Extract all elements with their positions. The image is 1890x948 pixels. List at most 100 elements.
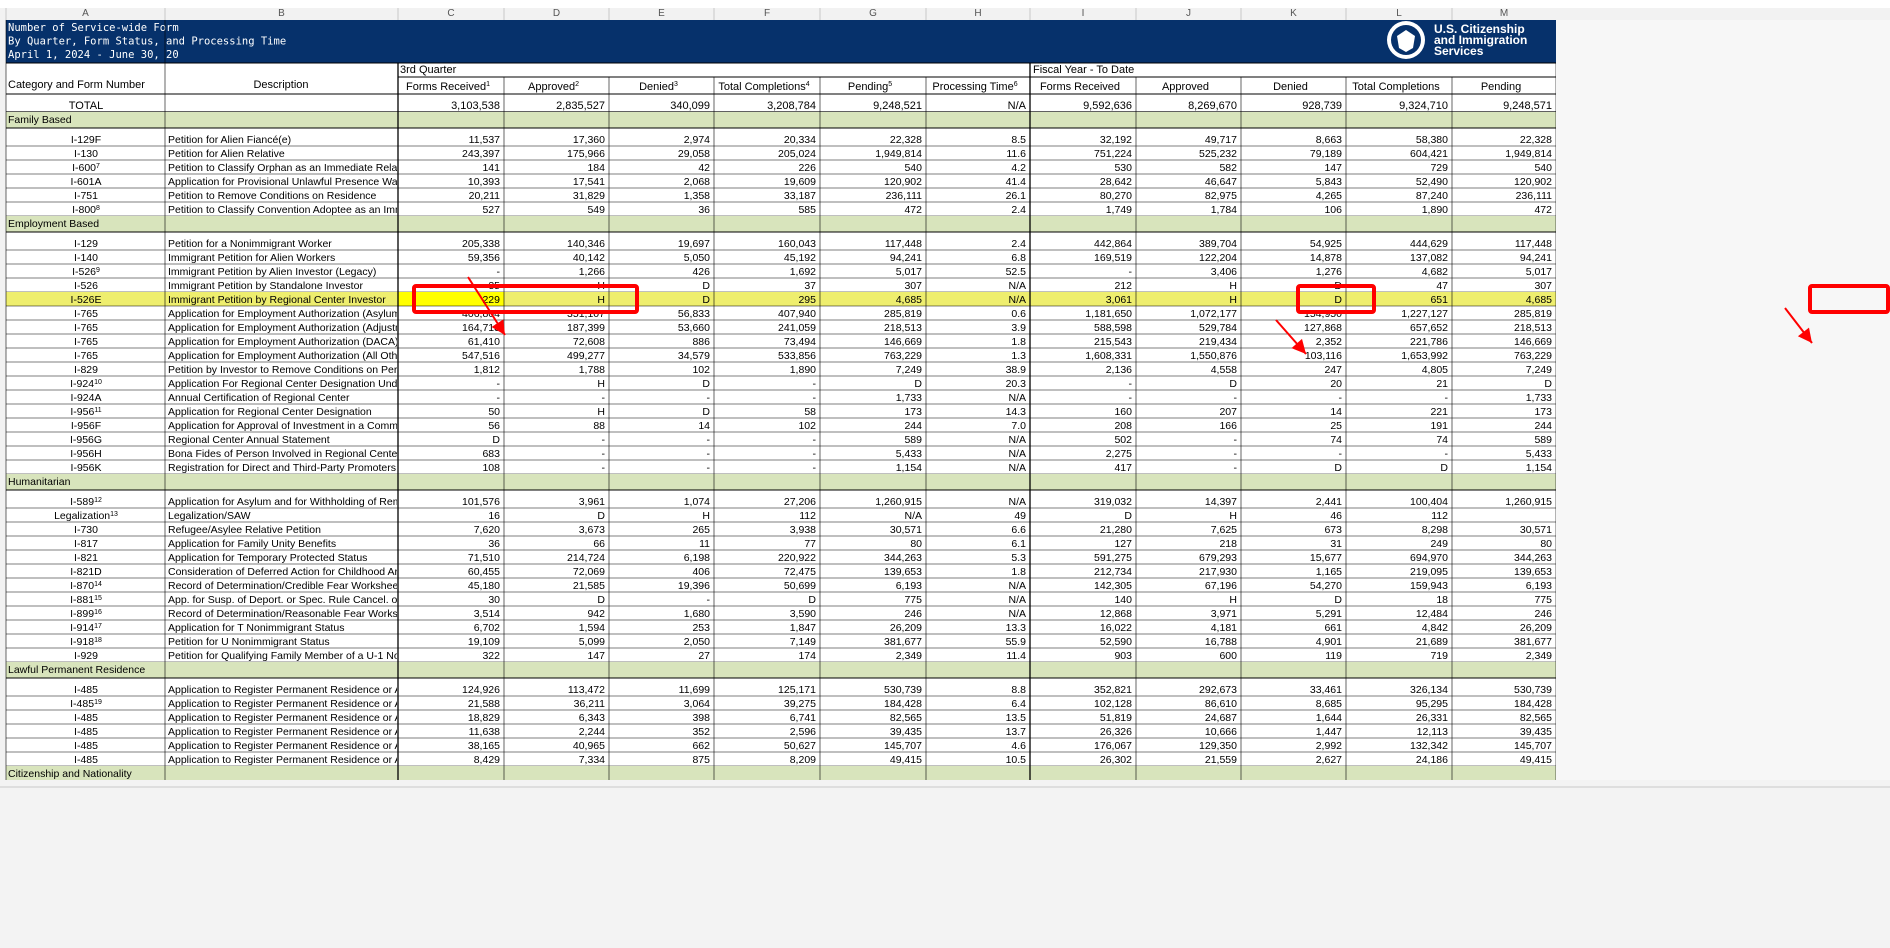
value-cell[interactable]: 45,192 (784, 252, 816, 264)
value-cell[interactable]: 444,629 (1410, 238, 1448, 250)
value-cell[interactable]: 18 (1436, 594, 1448, 606)
value-cell[interactable]: 67,196 (1205, 580, 1237, 592)
value-cell[interactable]: 61,410 (468, 336, 500, 348)
value-cell[interactable]: - (707, 392, 711, 404)
form-number[interactable]: I-956G (70, 434, 102, 446)
value-cell[interactable]: 292,673 (1199, 684, 1237, 696)
value-cell[interactable]: 657,652 (1410, 322, 1448, 334)
value-cell[interactable]: 1,266 (579, 266, 605, 278)
value-cell[interactable]: 82,565 (1520, 712, 1552, 724)
value-cell[interactable]: - (707, 448, 711, 460)
value-cell[interactable]: 6,343 (579, 712, 605, 724)
value-cell[interactable]: 127,868 (1304, 322, 1342, 334)
value-cell[interactable]: 2,441 (1316, 496, 1342, 508)
value-cell[interactable]: 530,739 (1514, 684, 1552, 696)
value-cell[interactable]: 117,448 (885, 238, 922, 250)
form-number[interactable]: I-817 (74, 538, 98, 550)
value-cell[interactable]: 5,017 (896, 266, 922, 278)
value-cell[interactable]: 775 (1534, 594, 1552, 606)
value-cell[interactable]: 549 (587, 204, 605, 216)
header-d[interactable]: Approved2 (528, 81, 579, 93)
value-cell[interactable]: - (497, 266, 501, 278)
form-number[interactable]: I-58912 (70, 496, 102, 508)
value-cell[interactable]: 10,666 (1205, 726, 1237, 738)
value-cell[interactable]: 21,689 (1416, 636, 1448, 648)
spreadsheet[interactable]: A B C D E F G H I J K L M Number of Service-wide Form… (0, 0, 1890, 948)
value-cell[interactable]: 8.5 (1011, 134, 1026, 146)
description-cell[interactable]: Petition to Classify Convention Adoptee … (168, 204, 473, 216)
value-cell[interactable]: - (602, 392, 606, 404)
value-cell[interactable]: 389,704 (1199, 238, 1237, 250)
form-number[interactable]: I-485 (74, 740, 98, 752)
value-cell[interactable]: 102 (692, 364, 710, 376)
value-cell[interactable]: 5,050 (684, 252, 710, 264)
form-number[interactable]: I-924A (71, 392, 102, 404)
value-cell[interactable]: 442,864 (1094, 238, 1132, 250)
value-cell[interactable]: 662 (692, 740, 710, 752)
value-cell[interactable]: D (597, 594, 605, 606)
value-cell[interactable]: 30,571 (1520, 524, 1552, 536)
value-cell[interactable]: 19,109 (468, 636, 500, 648)
column-letter-g[interactable]: G (869, 8, 877, 19)
form-number[interactable]: I-956K (71, 462, 102, 474)
value-cell[interactable]: 30,571 (890, 524, 922, 536)
value-cell[interactable]: 16 (488, 510, 500, 522)
value-cell[interactable]: 1,949,814 (875, 148, 922, 160)
value-cell[interactable]: D (492, 434, 500, 446)
value-cell[interactable]: 1,358 (684, 190, 710, 202)
value-cell[interactable]: 33,461 (1310, 684, 1342, 696)
value-cell[interactable]: 694,970 (1410, 552, 1448, 564)
value-cell[interactable]: D (808, 594, 816, 606)
value-cell[interactable]: 3,961 (579, 496, 605, 508)
value-cell[interactable]: 11.6 (1006, 148, 1026, 160)
value-cell[interactable]: 208 (1114, 420, 1132, 432)
description-cell[interactable]: Petition for a Nonimmigrant Worker (168, 238, 332, 250)
value-cell[interactable]: 683 (482, 448, 500, 460)
value-cell[interactable]: D (1334, 462, 1342, 474)
description-cell[interactable]: Petition for Qualifying Family Member of… (168, 650, 452, 662)
value-cell[interactable]: 651 (1430, 294, 1448, 306)
value-cell[interactable]: 3.9 (1011, 322, 1026, 334)
value-cell[interactable]: 41.4 (1006, 176, 1027, 188)
value-cell[interactable]: H (1229, 510, 1237, 522)
value-cell[interactable]: 214,724 (567, 552, 605, 564)
value-cell[interactable]: 1,680 (684, 608, 710, 620)
value-cell[interactable]: D (597, 510, 605, 522)
header-h[interactable]: Processing Time6 (932, 81, 1017, 93)
value-cell[interactable]: 589 (904, 434, 922, 446)
value-cell[interactable]: 106 (1324, 204, 1342, 216)
value-cell[interactable]: D (1440, 462, 1448, 474)
value-cell[interactable]: D (702, 406, 710, 418)
value-cell[interactable]: 533,856 (778, 350, 816, 362)
value-cell[interactable]: 108 (482, 462, 500, 474)
value-cell[interactable]: 174 (798, 650, 816, 662)
value-cell[interactable]: 1,788 (579, 364, 605, 376)
value-cell[interactable]: 11,699 (679, 684, 710, 696)
value-cell[interactable]: 120,902 (1514, 176, 1552, 188)
value-cell[interactable]: 2,050 (684, 636, 710, 648)
value-cell[interactable]: 207 (1219, 406, 1237, 418)
value-cell[interactable]: 8,429 (474, 754, 500, 766)
value-cell[interactable]: 160,043 (778, 238, 816, 250)
value-cell[interactable]: 21,588 (468, 698, 500, 710)
value-cell[interactable]: 1,594 (579, 622, 605, 634)
value-cell[interactable]: 295 (798, 294, 816, 306)
description-cell[interactable]: Bona Fides of Person Involved in Regiona… (168, 448, 444, 460)
value-cell[interactable]: 1,447 (1316, 726, 1342, 738)
value-cell[interactable]: 1,227,127 (1401, 308, 1448, 320)
value-cell[interactable]: 2,992 (1316, 740, 1342, 752)
value-cell[interactable]: 127 (1114, 538, 1132, 550)
value-cell[interactable]: - (602, 462, 606, 474)
value-cell[interactable]: H (1229, 594, 1237, 606)
form-number[interactable]: I-5269 (72, 266, 100, 278)
value-cell[interactable]: 46,647 (1205, 176, 1237, 188)
value-cell[interactable]: N/A (1008, 294, 1026, 306)
value-cell[interactable]: 352 (692, 726, 710, 738)
form-number[interactable]: I-601A (71, 176, 102, 188)
value-cell[interactable]: 1,692 (790, 266, 816, 278)
form-number[interactable]: I-140 (74, 252, 98, 264)
value-cell[interactable]: 525,232 (1199, 148, 1237, 160)
value-cell[interactable]: 77 (804, 538, 816, 550)
form-number[interactable]: I-130 (74, 148, 98, 160)
value-cell[interactable]: 221 (1430, 406, 1448, 418)
